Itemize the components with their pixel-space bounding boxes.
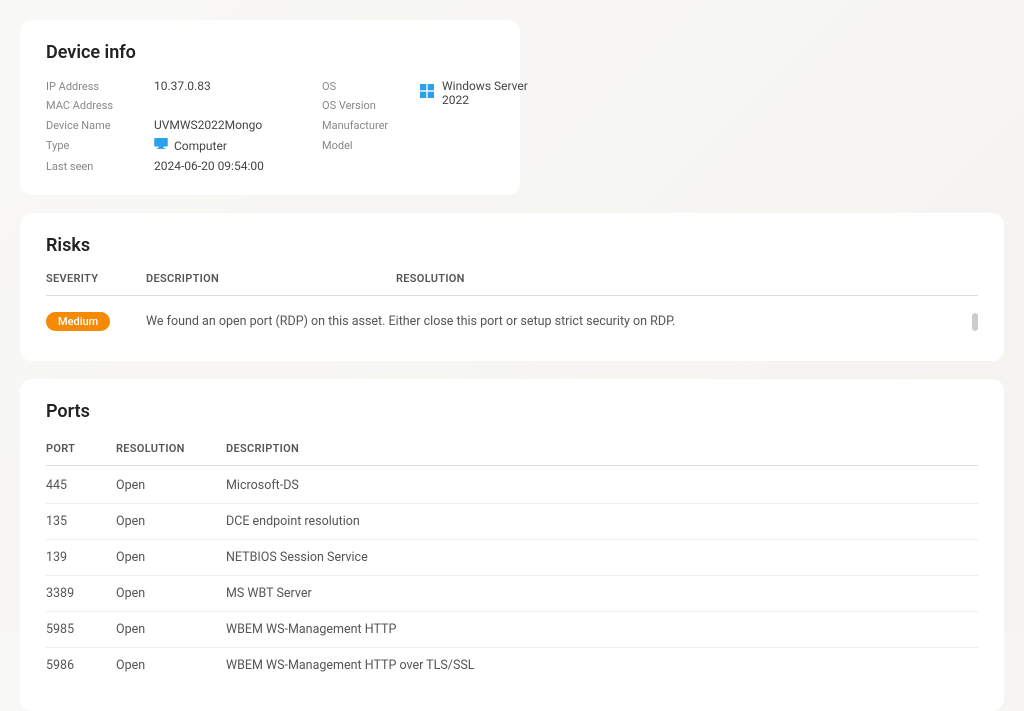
port-description: MS WBT Server [226, 586, 978, 601]
risk-description: We found an open port (RDP) on this asse… [146, 314, 966, 329]
type-value-cell: Computer [154, 138, 314, 153]
ports-card: Ports PORT RESOLUTION DESCRIPTION 445Ope… [20, 379, 1004, 711]
type-value: Computer [174, 139, 227, 153]
risks-row[interactable]: Medium We found an open port (RDP) on thi… [46, 298, 978, 339]
port-number: 135 [46, 514, 116, 529]
port-resolution: Open [116, 658, 226, 673]
computer-icon [154, 138, 168, 153]
risks-table-body: Medium We found an open port (RDP) on thi… [46, 298, 978, 339]
ports-table-header: PORT RESOLUTION DESCRIPTION [46, 438, 978, 466]
last-seen-value: 2024-06-20 09:54:00 [154, 159, 314, 173]
ports-header-resolution: RESOLUTION [116, 442, 226, 455]
model-label: Model [322, 139, 412, 152]
last-seen-label: Last seen [46, 160, 146, 173]
device-name-label: Device Name [46, 119, 146, 132]
device-info-title: Device info [46, 42, 494, 63]
device-name-value: UVMWS2022Mongo [154, 118, 314, 132]
port-number: 139 [46, 550, 116, 565]
ports-row[interactable]: 445OpenMicrosoft-DS [46, 468, 978, 504]
os-label: OS [322, 80, 412, 93]
scrollbar-thumb[interactable] [972, 313, 978, 331]
risks-header-resolution: RESOLUTION [396, 272, 978, 285]
ports-row[interactable]: 5985OpenWBEM WS-Management HTTP [46, 612, 978, 648]
mac-address-label: MAC Address [46, 99, 146, 112]
ports-row[interactable]: 135OpenDCE endpoint resolution [46, 504, 978, 540]
port-number: 5986 [46, 658, 116, 673]
ports-header-port: PORT [46, 442, 116, 455]
ports-row[interactable]: 5986OpenWBEM WS-Management HTTP over TLS… [46, 648, 978, 683]
os-value: Windows Server 2022 [442, 79, 550, 107]
port-description: WBEM WS-Management HTTP [226, 622, 978, 637]
severity-badge: Medium [46, 312, 110, 331]
ports-table-body: 445OpenMicrosoft-DS135OpenDCE endpoint r… [46, 468, 978, 683]
port-description: Microsoft-DS [226, 478, 978, 493]
port-resolution: Open [116, 622, 226, 637]
port-description: NETBIOS Session Service [226, 550, 978, 565]
type-label: Type [46, 139, 146, 152]
port-description: WBEM WS-Management HTTP over TLS/SSL [226, 658, 978, 673]
os-value-cell: Windows Server 2022 [420, 79, 550, 107]
manufacturer-label: Manufacturer [322, 119, 412, 132]
port-resolution: Open [116, 586, 226, 601]
risks-header-description: DESCRIPTION [146, 272, 396, 285]
port-resolution: Open [116, 514, 226, 529]
ip-address-value: 10.37.0.83 [154, 79, 314, 93]
risks-table-header: SEVERITY DESCRIPTION RESOLUTION [46, 272, 978, 296]
ip-address-label: IP Address [46, 80, 146, 93]
ports-header-description: DESCRIPTION [226, 442, 978, 455]
os-version-label: OS Version [322, 99, 412, 112]
device-info-card: Device info IP Address 10.37.0.83 OS Win… [20, 20, 520, 195]
risks-card: Risks SEVERITY DESCRIPTION RESOLUTION Me… [20, 213, 1004, 361]
port-number: 3389 [46, 586, 116, 601]
ports-row[interactable]: 139OpenNETBIOS Session Service [46, 540, 978, 576]
windows-icon [420, 84, 434, 102]
port-number: 5985 [46, 622, 116, 637]
port-resolution: Open [116, 478, 226, 493]
port-description: DCE endpoint resolution [226, 514, 978, 529]
port-resolution: Open [116, 550, 226, 565]
ports-row[interactable]: 3389OpenMS WBT Server [46, 576, 978, 612]
ports-title: Ports [46, 401, 978, 422]
port-number: 445 [46, 478, 116, 493]
risks-title: Risks [46, 235, 978, 256]
device-info-grid: IP Address 10.37.0.83 OS Windows Server … [46, 79, 494, 173]
risks-header-severity: SEVERITY [46, 272, 146, 285]
